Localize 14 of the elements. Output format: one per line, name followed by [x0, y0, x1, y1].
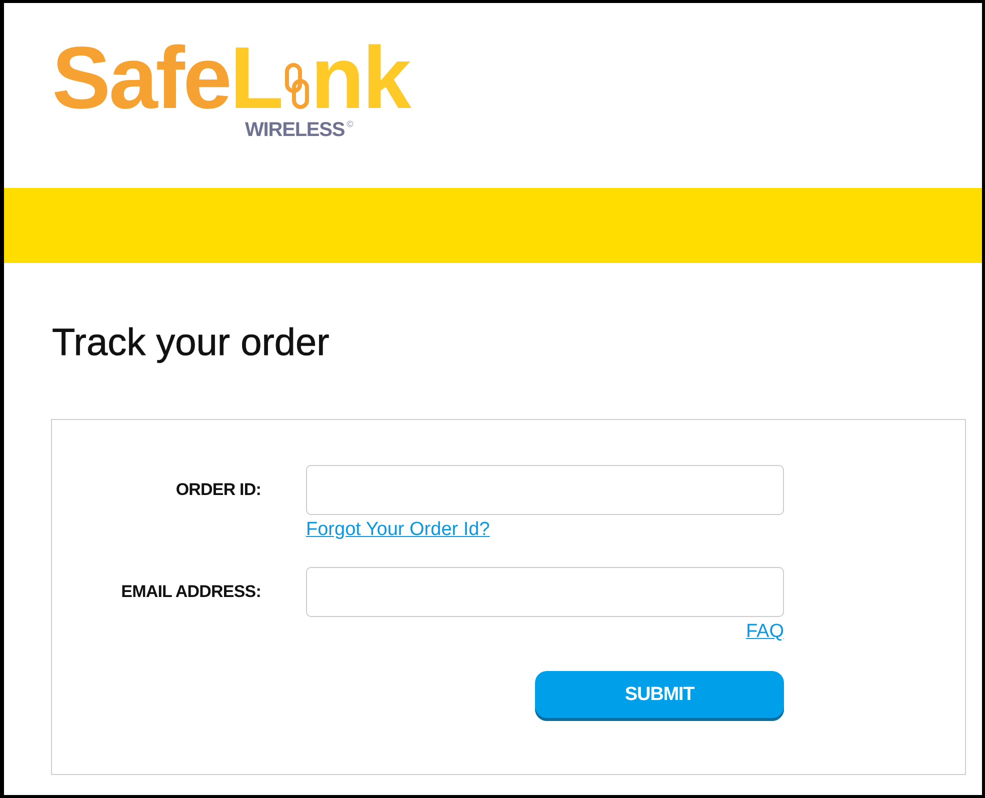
help-link[interactable]: FAQ	[746, 621, 784, 643]
logo-text: Safe	[52, 34, 230, 122]
input-field[interactable]	[306, 465, 784, 515]
page-title: Track your order	[52, 324, 330, 362]
help-link[interactable]: Forgot Your Order Id?	[306, 519, 490, 541]
logo-text: L	[230, 34, 282, 122]
submit-button[interactable]: SUBMIT	[535, 671, 784, 721]
field-label: EMAIL ADDRESS:	[121, 581, 261, 603]
input-field[interactable]	[306, 567, 784, 617]
logo-text: nk	[310, 34, 410, 122]
copyright-mark: ©	[346, 120, 354, 129]
field-label: ORDER ID:	[176, 479, 261, 501]
chain-link-icon	[284, 63, 309, 109]
logo-tagline: WIRELESS	[245, 120, 345, 140]
